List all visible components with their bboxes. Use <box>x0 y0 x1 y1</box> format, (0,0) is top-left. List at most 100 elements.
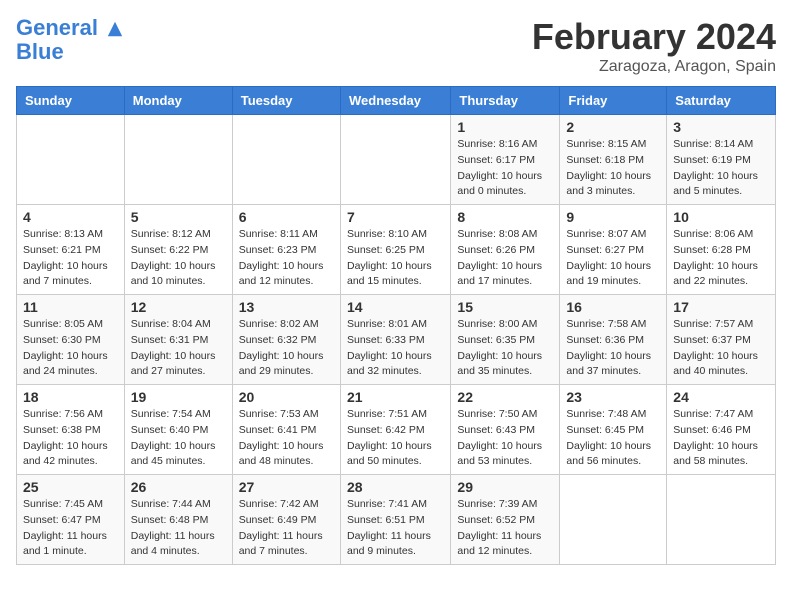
day-number: 5 <box>131 209 226 225</box>
day-info: Sunrise: 7:51 AM Sunset: 6:42 PM Dayligh… <box>347 407 444 470</box>
day-info: Sunrise: 8:15 AM Sunset: 6:18 PM Dayligh… <box>566 137 660 200</box>
day-info: Sunrise: 7:39 AM Sunset: 6:52 PM Dayligh… <box>457 497 553 560</box>
day-cell: 12 Sunrise: 8:04 AM Sunset: 6:31 PM Dayli… <box>124 295 232 385</box>
day-info: Sunrise: 8:12 AM Sunset: 6:22 PM Dayligh… <box>131 227 226 290</box>
day-info: Sunrise: 8:13 AM Sunset: 6:21 PM Dayligh… <box>23 227 118 290</box>
day-cell: 6 Sunrise: 8:11 AM Sunset: 6:23 PM Daylig… <box>232 205 340 295</box>
weekday-header-monday: Monday <box>124 87 232 115</box>
day-cell: 17 Sunrise: 7:57 AM Sunset: 6:37 PM Dayli… <box>667 295 776 385</box>
day-cell <box>124 115 232 205</box>
day-info: Sunrise: 7:54 AM Sunset: 6:40 PM Dayligh… <box>131 407 226 470</box>
day-cell: 20 Sunrise: 7:53 AM Sunset: 6:41 PM Dayli… <box>232 385 340 475</box>
day-cell: 18Sunrise: 7:56 AM Sunset: 6:38 PM Dayli… <box>17 385 125 475</box>
day-info: Sunrise: 7:56 AM Sunset: 6:38 PM Dayligh… <box>23 407 118 470</box>
day-number: 3 <box>673 119 769 135</box>
logo-blue: Blue <box>16 39 64 64</box>
week-row-3: 11 Sunrise: 8:05 AM Sunset: 6:30 PM Dayli… <box>17 295 776 385</box>
day-number: 15 <box>457 299 553 315</box>
calendar-table: SundayMondayTuesdayWednesdayThursdayFrid… <box>16 86 776 565</box>
day-info: Sunrise: 7:47 AM Sunset: 6:46 PM Dayligh… <box>673 407 769 470</box>
day-cell: 5 Sunrise: 8:12 AM Sunset: 6:22 PM Daylig… <box>124 205 232 295</box>
day-info: Sunrise: 7:48 AM Sunset: 6:45 PM Dayligh… <box>566 407 660 470</box>
day-info: Sunrise: 8:05 AM Sunset: 6:30 PM Dayligh… <box>23 317 118 380</box>
day-number: 11 <box>23 299 118 315</box>
day-cell: 25 Sunrise: 7:45 AM Sunset: 6:47 PM Dayli… <box>17 475 125 565</box>
day-info: Sunrise: 8:01 AM Sunset: 6:33 PM Dayligh… <box>347 317 444 380</box>
day-number: 12 <box>131 299 226 315</box>
day-number: 14 <box>347 299 444 315</box>
weekday-header-saturday: Saturday <box>667 87 776 115</box>
day-number: 27 <box>239 479 334 495</box>
day-number: 21 <box>347 389 444 405</box>
month-title: February 2024 <box>532 16 776 58</box>
day-info: Sunrise: 8:06 AM Sunset: 6:28 PM Dayligh… <box>673 227 769 290</box>
day-cell: 9 Sunrise: 8:07 AM Sunset: 6:27 PM Daylig… <box>560 205 667 295</box>
day-cell <box>340 115 450 205</box>
day-info: Sunrise: 8:11 AM Sunset: 6:23 PM Dayligh… <box>239 227 334 290</box>
day-cell: 14 Sunrise: 8:01 AM Sunset: 6:33 PM Dayli… <box>340 295 450 385</box>
week-row-1: 1Sunrise: 8:16 AM Sunset: 6:17 PM Daylig… <box>17 115 776 205</box>
day-info: Sunrise: 7:41 AM Sunset: 6:51 PM Dayligh… <box>347 497 444 560</box>
day-cell: 27Sunrise: 7:42 AM Sunset: 6:49 PM Dayli… <box>232 475 340 565</box>
day-cell <box>560 475 667 565</box>
logo-general: General <box>16 15 98 40</box>
day-number: 6 <box>239 209 334 225</box>
day-cell: 3Sunrise: 8:14 AM Sunset: 6:19 PM Daylig… <box>667 115 776 205</box>
day-info: Sunrise: 8:08 AM Sunset: 6:26 PM Dayligh… <box>457 227 553 290</box>
day-info: Sunrise: 7:53 AM Sunset: 6:41 PM Dayligh… <box>239 407 334 470</box>
week-row-5: 25 Sunrise: 7:45 AM Sunset: 6:47 PM Dayli… <box>17 475 776 565</box>
day-number: 24 <box>673 389 769 405</box>
day-cell: 19 Sunrise: 7:54 AM Sunset: 6:40 PM Dayli… <box>124 385 232 475</box>
day-number: 23 <box>566 389 660 405</box>
day-cell: 11 Sunrise: 8:05 AM Sunset: 6:30 PM Dayli… <box>17 295 125 385</box>
day-cell: 21 Sunrise: 7:51 AM Sunset: 6:42 PM Dayli… <box>340 385 450 475</box>
day-info: Sunrise: 8:02 AM Sunset: 6:32 PM Dayligh… <box>239 317 334 380</box>
day-cell: 10Sunrise: 8:06 AM Sunset: 6:28 PM Dayli… <box>667 205 776 295</box>
day-number: 22 <box>457 389 553 405</box>
day-cell: 1Sunrise: 8:16 AM Sunset: 6:17 PM Daylig… <box>451 115 560 205</box>
day-number: 16 <box>566 299 660 315</box>
day-cell: 29 Sunrise: 7:39 AM Sunset: 6:52 PM Dayli… <box>451 475 560 565</box>
day-cell: 22 Sunrise: 7:50 AM Sunset: 6:43 PM Dayli… <box>451 385 560 475</box>
page-header: General Blue February 2024 Zaragoza, Ara… <box>16 16 776 76</box>
day-info: Sunrise: 7:44 AM Sunset: 6:48 PM Dayligh… <box>131 497 226 560</box>
day-number: 9 <box>566 209 660 225</box>
day-info: Sunrise: 7:58 AM Sunset: 6:36 PM Dayligh… <box>566 317 660 380</box>
day-info: Sunrise: 7:45 AM Sunset: 6:47 PM Dayligh… <box>23 497 118 560</box>
day-number: 20 <box>239 389 334 405</box>
day-cell: 23 Sunrise: 7:48 AM Sunset: 6:45 PM Dayli… <box>560 385 667 475</box>
weekday-header-friday: Friday <box>560 87 667 115</box>
day-info: Sunrise: 8:00 AM Sunset: 6:35 PM Dayligh… <box>457 317 553 380</box>
day-number: 13 <box>239 299 334 315</box>
logo-icon <box>106 20 124 38</box>
day-info: Sunrise: 8:07 AM Sunset: 6:27 PM Dayligh… <box>566 227 660 290</box>
day-number: 17 <box>673 299 769 315</box>
day-number: 1 <box>457 119 553 135</box>
title-block: February 2024 Zaragoza, Aragon, Spain <box>532 16 776 76</box>
day-cell <box>232 115 340 205</box>
day-cell: 24 Sunrise: 7:47 AM Sunset: 6:46 PM Dayli… <box>667 385 776 475</box>
weekday-header-sunday: Sunday <box>17 87 125 115</box>
day-info: Sunrise: 8:04 AM Sunset: 6:31 PM Dayligh… <box>131 317 226 380</box>
day-number: 28 <box>347 479 444 495</box>
day-info: Sunrise: 7:57 AM Sunset: 6:37 PM Dayligh… <box>673 317 769 380</box>
day-number: 8 <box>457 209 553 225</box>
day-info: Sunrise: 8:10 AM Sunset: 6:25 PM Dayligh… <box>347 227 444 290</box>
day-cell: 16 Sunrise: 7:58 AM Sunset: 6:36 PM Dayli… <box>560 295 667 385</box>
day-info: Sunrise: 7:50 AM Sunset: 6:43 PM Dayligh… <box>457 407 553 470</box>
day-cell: 7 Sunrise: 8:10 AM Sunset: 6:25 PM Daylig… <box>340 205 450 295</box>
day-number: 4 <box>23 209 118 225</box>
day-number: 25 <box>23 479 118 495</box>
location: Zaragoza, Aragon, Spain <box>532 58 776 76</box>
day-number: 7 <box>347 209 444 225</box>
day-number: 2 <box>566 119 660 135</box>
day-number: 19 <box>131 389 226 405</box>
week-row-4: 18Sunrise: 7:56 AM Sunset: 6:38 PM Dayli… <box>17 385 776 475</box>
day-cell: 15 Sunrise: 8:00 AM Sunset: 6:35 PM Dayli… <box>451 295 560 385</box>
day-cell: 13 Sunrise: 8:02 AM Sunset: 6:32 PM Dayli… <box>232 295 340 385</box>
weekday-header-wednesday: Wednesday <box>340 87 450 115</box>
weekday-header-thursday: Thursday <box>451 87 560 115</box>
day-number: 29 <box>457 479 553 495</box>
weekday-header-tuesday: Tuesday <box>232 87 340 115</box>
week-row-2: 4 Sunrise: 8:13 AM Sunset: 6:21 PM Daylig… <box>17 205 776 295</box>
